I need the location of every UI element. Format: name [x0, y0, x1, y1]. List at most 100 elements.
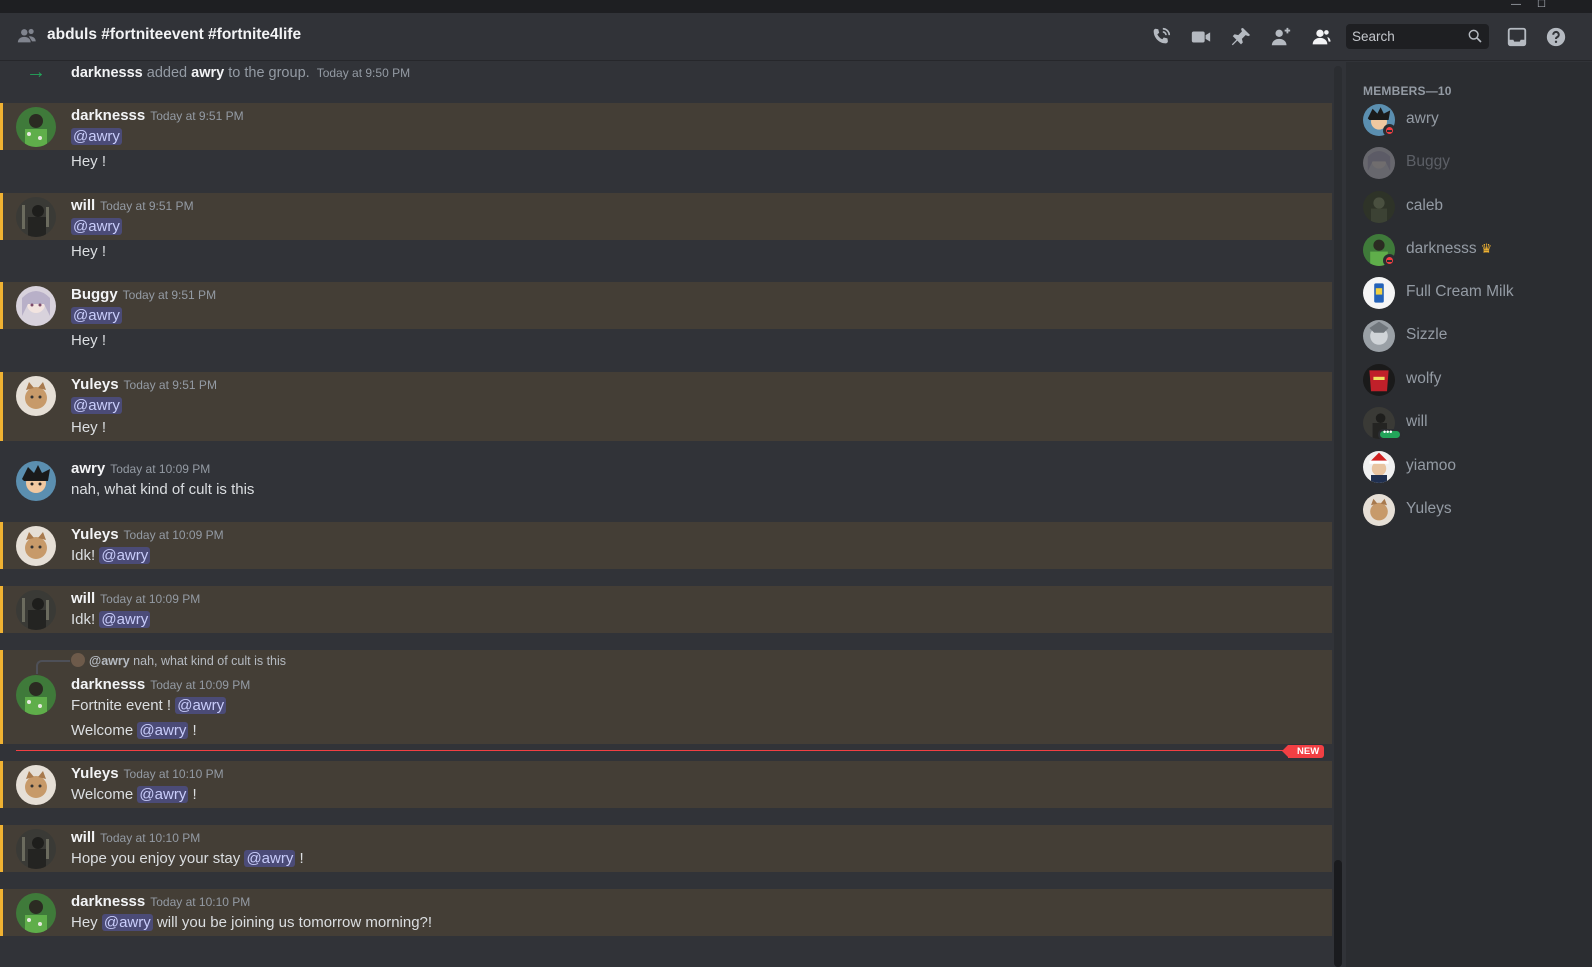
message[interactable]: Buggy Today at 9:51 PM @awry [0, 282, 1332, 329]
member-item-wolfy[interactable]: wolfy [1354, 360, 1584, 400]
message[interactable]: Yuleys Today at 9:51 PM @awry Hey ! [0, 372, 1332, 441]
avatar[interactable] [16, 107, 56, 147]
chat-scrollbar-track[interactable] [1334, 66, 1342, 967]
username[interactable]: darknesss [71, 107, 145, 124]
video-call-button[interactable] [1188, 24, 1214, 50]
window-titlebar: — ☐ [0, 0, 1592, 13]
user-mention[interactable]: @awry [244, 850, 296, 867]
avatar[interactable] [16, 590, 56, 630]
user-mention[interactable]: @awry [137, 722, 189, 739]
pinned-messages-button[interactable] [1228, 24, 1254, 50]
avatar [1363, 407, 1402, 440]
avatar[interactable] [16, 893, 56, 933]
username[interactable]: Yuleys [71, 376, 119, 393]
avatar [1363, 364, 1395, 396]
member-item-awry[interactable]: awry [1354, 100, 1584, 140]
member-item-yiamoo[interactable]: yiamoo [1354, 447, 1584, 487]
username[interactable]: Yuleys [71, 526, 119, 543]
reply-text: nah, what kind of cult is this [133, 654, 287, 668]
message-text: nah, what kind of cult is this [71, 481, 255, 498]
avatar[interactable] [16, 286, 56, 326]
inbox-button[interactable] [1504, 24, 1530, 50]
member-item-darknesss[interactable]: darknesss ♛ [1354, 230, 1584, 270]
avatar [1363, 234, 1396, 267]
member-name: Buggy [1406, 153, 1450, 170]
avatar [1363, 320, 1395, 352]
system-target[interactable]: awry [191, 65, 224, 81]
user-mention[interactable]: @awry [101, 914, 153, 931]
avatar[interactable] [16, 461, 56, 501]
member-item-yuleys[interactable]: Yuleys [1354, 490, 1584, 530]
message[interactable]: Yuleys Today at 10:09 PM Idk! @awry [0, 522, 1332, 569]
member-item-sizzle[interactable]: Sizzle [1354, 316, 1584, 356]
message[interactable]: Yuleys Today at 10:10 PM Welcome @awry ! [0, 761, 1332, 808]
timestamp: Today at 9:51 PM [100, 199, 194, 213]
member-item-full-cream-milk[interactable]: Full Cream Milk [1354, 273, 1584, 313]
avatar[interactable] [16, 376, 56, 416]
message[interactable]: will Today at 10:09 PM Idk! @awry [0, 586, 1332, 633]
user-mention[interactable]: @awry [71, 128, 122, 145]
system-message: → darknesss added awry to the group. Tod… [26, 62, 411, 83]
chat-messages[interactable]: → darknesss added awry to the group. Tod… [0, 62, 1344, 967]
member-item-will[interactable]: will [1354, 403, 1584, 443]
username[interactable]: Buggy [71, 286, 118, 303]
member-list: MEMBERS—10 awry Buggy caleb darknesss ♛ F… [1346, 62, 1592, 967]
timestamp: Today at 9:51 PM [123, 378, 217, 392]
member-item-buggy[interactable]: Buggy [1354, 143, 1584, 183]
user-mention[interactable]: @awry [99, 611, 151, 628]
minimize-button[interactable]: — [1511, 0, 1521, 10]
username[interactable]: awry [71, 460, 105, 477]
username[interactable]: darknesss [71, 676, 145, 693]
member-item-caleb[interactable]: caleb [1354, 187, 1584, 227]
channel-header: abduls #fortniteevent #fortnite4life [0, 13, 1592, 61]
message-text: Hope you enjoy your stay [71, 850, 241, 867]
chat-scrollbar-thumb[interactable] [1334, 860, 1342, 967]
message[interactable]: will Today at 9:51 PM @awry [0, 193, 1332, 240]
avatar [1363, 494, 1395, 526]
message-text: Welcome [71, 722, 134, 739]
people-icon [17, 28, 36, 43]
message-reply[interactable]: @awry nah, what kind of cult is this dar… [0, 650, 1332, 744]
member-name: will [1406, 413, 1428, 430]
user-mention[interactable]: @awry [99, 547, 151, 564]
maximize-button[interactable]: ☐ [1537, 0, 1546, 10]
message-continuation[interactable]: Hey ! [0, 240, 1332, 266]
username[interactable]: will [71, 197, 95, 214]
user-mention[interactable]: @awry [71, 307, 122, 324]
message-text: Idk! [71, 547, 96, 564]
timestamp: Today at 10:09 PM [100, 592, 201, 606]
message[interactable]: darknesss Today at 10:10 PM Hey @awry wil… [0, 889, 1332, 936]
avatar[interactable] [16, 197, 56, 237]
username[interactable]: darknesss [71, 893, 145, 910]
add-friends-button[interactable] [1268, 24, 1294, 50]
user-mention[interactable]: @awry [71, 218, 122, 235]
reply-spine [36, 660, 70, 674]
voice-call-button[interactable] [1148, 24, 1174, 50]
avatar[interactable] [16, 765, 56, 805]
message-continuation[interactable]: Hey ! [0, 329, 1332, 355]
user-mention[interactable]: @awry [71, 397, 122, 414]
timestamp: Today at 10:10 PM [100, 831, 201, 845]
avatar[interactable] [16, 829, 56, 869]
member-list-toggle[interactable] [1307, 24, 1333, 50]
help-button[interactable] [1543, 24, 1569, 50]
reply-reference[interactable]: @awry nah, what kind of cult is this [71, 653, 286, 668]
avatar[interactable] [16, 675, 56, 715]
avatar[interactable] [16, 526, 56, 566]
timestamp: Today at 10:09 PM [123, 528, 224, 542]
system-actor[interactable]: darknesss [71, 65, 143, 81]
message[interactable]: darknesss Today at 9:51 PM @awry [0, 103, 1332, 150]
username[interactable]: will [71, 590, 95, 607]
user-mention[interactable]: @awry [137, 786, 189, 803]
message[interactable]: will Today at 10:10 PM Hope you enjoy you… [0, 825, 1332, 872]
user-mention[interactable]: @awry [175, 697, 227, 714]
username[interactable]: Yuleys [71, 765, 119, 782]
search-box[interactable] [1346, 24, 1489, 49]
member-name: yiamoo [1406, 457, 1456, 474]
member-name: caleb [1406, 197, 1444, 214]
search-input[interactable] [1352, 27, 1462, 46]
message[interactable]: awry Today at 10:09 PM nah, what kind of … [0, 458, 1332, 504]
username[interactable]: will [71, 829, 95, 846]
reply-mention[interactable]: @awry [89, 654, 130, 668]
message-continuation[interactable]: Hey ! [0, 150, 1332, 176]
